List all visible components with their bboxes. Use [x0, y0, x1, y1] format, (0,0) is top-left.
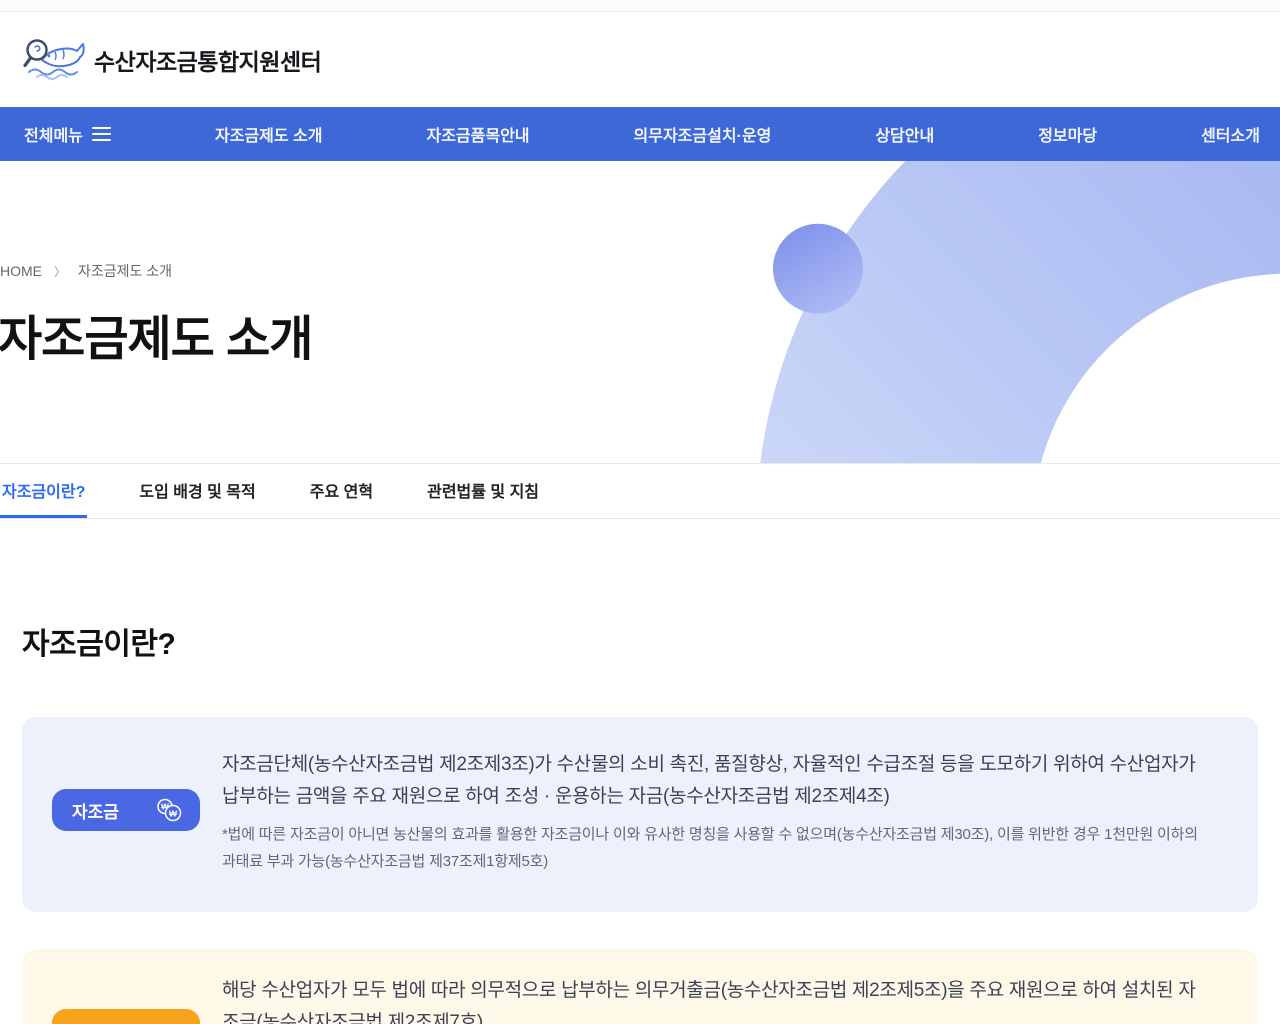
hero-section: HOME 〉 자조금제도 소개 자조금제도 소개: [0, 161, 1280, 464]
main-content: 자조금이란? 자조금 ₩ ₩ 자조금단체(농수산자조금법 제2조제3조)가 수산…: [0, 619, 1280, 1024]
site-logo[interactable]: 수산자조금통합지원센터: [22, 36, 321, 84]
mandatory-fund-text: 해당 수산업자가 모두 법에 따라 의무적으로 납부하는 의무거출금(농수산자조…: [222, 975, 1203, 1024]
nav-item-info[interactable]: 정보마당: [1038, 122, 1097, 146]
content-heading: 자조금이란?: [22, 619, 1258, 663]
badge-column: 자조금 ₩ ₩: [52, 749, 222, 875]
site-header: 수산자조금통합지원센터: [0, 12, 1280, 107]
fish-magnifier-icon: [22, 36, 86, 84]
svg-text:₩: ₩: [169, 808, 178, 818]
nav-item-products[interactable]: 자조금품목안내: [426, 122, 529, 146]
all-menu-label: 전체메뉴: [24, 122, 83, 146]
nav-item-introduction[interactable]: 자조금제도 소개: [215, 122, 323, 146]
coins-icon: ₩ ₩: [154, 798, 184, 822]
window-top-strip: [0, 0, 1280, 12]
deco-circle: [773, 224, 863, 314]
tab-background-purpose[interactable]: 도입 배경 및 목적: [137, 464, 257, 518]
fund-definition-text: 자조금단체(농수산자조금법 제2조제3조)가 수산물의 소비 촉진, 품질향상,…: [222, 749, 1203, 813]
all-menu-button[interactable]: 전체메뉴: [0, 122, 215, 146]
breadcrumb-current: 자조금제도 소개: [78, 261, 172, 281]
section-tabs: 자조금이란? 도입 배경 및 목적 주요 연혁 관련법률 및 지침: [0, 464, 1280, 519]
page-title: 자조금제도 소개: [0, 299, 312, 369]
tab-history[interactable]: 주요 연혁: [308, 464, 375, 518]
mandatory-fund-badge: [52, 1009, 200, 1024]
fund-definition-note: *법에 따른 자조금이 아니면 농산물의 효과를 활용한 자조금이나 이와 유사…: [222, 821, 1203, 875]
breadcrumb-home[interactable]: HOME: [0, 263, 42, 279]
tab-related-laws[interactable]: 관련법률 및 지침: [425, 464, 541, 518]
nav-item-center[interactable]: 센터소개: [1201, 122, 1260, 146]
site-title: 수산자조금통합지원센터: [94, 43, 321, 77]
fund-badge: 자조금 ₩ ₩: [52, 789, 200, 831]
nav-item-mandatory-fund[interactable]: 의무자조금설치·운영: [634, 122, 772, 146]
fund-badge-label: 자조금: [72, 798, 119, 823]
fund-definition-card: 자조금 ₩ ₩ 자조금단체(농수산자조금법 제2조제3조)가 수산물의 소비 촉…: [22, 717, 1258, 912]
tab-what-is-fund[interactable]: 자조금이란?: [0, 464, 87, 518]
card-text-column: 해당 수산업자가 모두 법에 따라 의무적으로 납부하는 의무거출금(농수산자조…: [222, 975, 1203, 1024]
hamburger-icon: [92, 123, 111, 145]
breadcrumb: HOME 〉 자조금제도 소개: [0, 261, 172, 281]
card-text-column: 자조금단체(농수산자조금법 제2조제3조)가 수산물의 소비 촉진, 품질향상,…: [222, 749, 1203, 875]
badge-column: [52, 975, 222, 1024]
nav-item-consultation[interactable]: 상담안내: [875, 122, 934, 146]
nav-menu: 자조금제도 소개 자조금품목안내 의무자조금설치·운영 상담안내 정보마당 센터…: [215, 122, 1280, 146]
breadcrumb-separator-icon: 〉: [54, 263, 66, 280]
mandatory-fund-card: 해당 수산업자가 모두 법에 따라 의무적으로 납부하는 의무거출금(농수산자조…: [22, 949, 1258, 1024]
main-nav: 전체메뉴 자조금제도 소개 자조금품목안내 의무자조금설치·운영 상담안내 정보…: [0, 107, 1280, 161]
